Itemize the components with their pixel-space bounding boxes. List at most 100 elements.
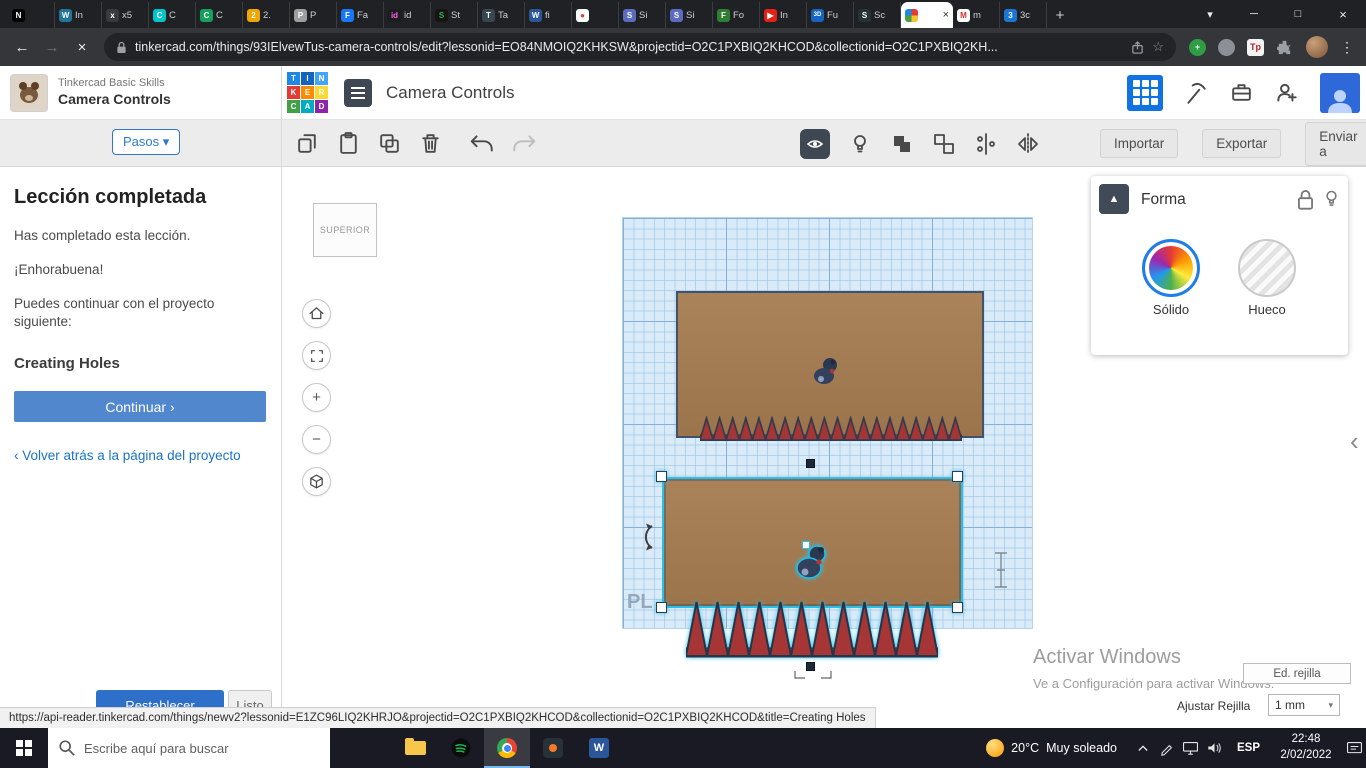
solid-color-swatch[interactable]	[1142, 239, 1200, 297]
display-tray-icon[interactable]	[1179, 728, 1203, 768]
extension-icon[interactable]	[1218, 39, 1235, 56]
continue-button[interactable]: Continuar ›	[14, 391, 266, 422]
browser-tab[interactable]: ▶In	[760, 2, 807, 28]
lock-icon[interactable]	[1296, 189, 1315, 210]
browser-tab[interactable]: SSi	[666, 2, 713, 28]
window-close-button[interactable]: ×	[1320, 0, 1366, 28]
browser-tab[interactable]: TTa	[478, 2, 525, 28]
browser-tab[interactable]: CC	[196, 2, 243, 28]
align-icon[interactable]	[974, 132, 998, 156]
weather-widget[interactable]: 20°C Muy soleado	[986, 739, 1117, 757]
browser-tab[interactable]: Wfi	[525, 2, 572, 28]
volume-tray-icon[interactable]	[1203, 728, 1227, 768]
perspective-toggle-button[interactable]	[302, 467, 331, 496]
scale-handle-corner[interactable]	[952, 471, 963, 482]
start-button[interactable]	[0, 728, 48, 768]
browser-tab[interactable]: WIn	[55, 2, 102, 28]
browser-tab[interactable]: 22.	[243, 2, 290, 28]
lesson-avatar[interactable]	[10, 74, 48, 112]
browser-tab[interactable]: 3DFu	[807, 2, 854, 28]
paste-icon[interactable]	[336, 131, 361, 156]
delete-trash-icon[interactable]	[418, 131, 443, 156]
dog-figure[interactable]	[809, 353, 843, 389]
export-button[interactable]: Exportar	[1202, 129, 1281, 158]
corrugated-roof-strip-selected[interactable]	[686, 598, 938, 658]
dog-figure-selected[interactable]	[791, 540, 833, 586]
invite-person-add-icon[interactable]	[1274, 80, 1300, 106]
site-security-lock-icon[interactable]	[116, 41, 127, 54]
dashboard-grid-button[interactable]	[1127, 75, 1163, 111]
mirror-flip-icon[interactable]	[1016, 132, 1040, 156]
duplicate-icon[interactable]	[377, 131, 402, 156]
user-avatar[interactable]	[1320, 73, 1360, 113]
rotate-handle-icon[interactable]	[634, 522, 656, 552]
tabs-menu-chevron[interactable]: ▾	[1192, 0, 1228, 28]
copy-icon[interactable]	[295, 131, 320, 156]
height-handle-top[interactable]	[806, 459, 815, 468]
lightbulb-icon[interactable]	[848, 132, 872, 156]
spotify-icon[interactable]	[438, 728, 484, 768]
chrome-menu-kebab-icon[interactable]: ⋮	[1336, 39, 1358, 56]
browser-tab[interactable]: ●	[572, 2, 619, 28]
new-tab-button[interactable]: +	[1047, 2, 1073, 28]
browser-tab[interactable]: SSi	[619, 2, 666, 28]
steps-dropdown-button[interactable]: Pasos ▾	[112, 129, 180, 155]
share-icon[interactable]	[1131, 41, 1144, 54]
browser-tab[interactable]: Mm	[953, 2, 1000, 28]
back-button[interactable]: ←	[8, 33, 36, 61]
browser-tab[interactable]: N	[8, 2, 55, 28]
hide-lightbulb-icon[interactable]	[1321, 188, 1342, 209]
lesson-list-icon[interactable]	[344, 79, 372, 107]
browser-tab[interactable]: PP	[290, 2, 337, 28]
word-icon[interactable]: W	[576, 728, 622, 768]
language-indicator[interactable]: ESP	[1237, 742, 1260, 754]
scale-handle-corner[interactable]	[952, 602, 963, 613]
extension-adblock-icon[interactable]: +	[1189, 39, 1206, 56]
browser-tab[interactable]: FFa	[337, 2, 384, 28]
stop-button[interactable]: ×	[68, 33, 96, 61]
tray-expand-chevron[interactable]	[1131, 728, 1155, 768]
panel-collapse-button[interactable]: ▲	[1099, 184, 1129, 214]
hole-swatch[interactable]	[1238, 239, 1296, 297]
scale-handle-corner[interactable]	[656, 602, 667, 613]
back-to-project-link[interactable]: ‹ Volver atrás a la página del proyecto	[14, 448, 241, 463]
tinkercad-logo[interactable]: T I N K E R C A D	[287, 72, 328, 113]
browser-tab[interactable]: SSc	[854, 2, 901, 28]
home-view-button[interactable]	[302, 299, 331, 328]
redo-icon[interactable]	[511, 131, 537, 157]
file-explorer-icon[interactable]	[392, 728, 438, 768]
notes-visibility-button[interactable]	[800, 129, 830, 159]
ungroup-icon[interactable]	[932, 132, 956, 156]
browser-tab[interactable]: idid	[384, 2, 431, 28]
zoom-out-button[interactable]: −	[302, 425, 331, 454]
send-to-button[interactable]: Enviar a	[1305, 122, 1366, 166]
taskbar-clock[interactable]: 22:48 2/02/2022	[1270, 732, 1342, 763]
url-text[interactable]: tinkercad.com/things/93IElvewTus-camera-…	[135, 40, 1123, 54]
browser-tab-active-tinkercad[interactable]: ×	[901, 2, 953, 28]
corrugated-roof-strip[interactable]	[700, 416, 962, 441]
taskbar-search[interactable]	[48, 728, 330, 768]
taskbar-search-input[interactable]	[48, 728, 330, 768]
window-maximize-button[interactable]: □	[1276, 0, 1320, 28]
bookmark-star-icon[interactable]: ☆	[1152, 39, 1164, 55]
tab-close-icon[interactable]: ×	[943, 9, 949, 21]
import-button[interactable]: Importar	[1100, 129, 1178, 158]
group-icon[interactable]	[890, 132, 914, 156]
url-bar[interactable]: tinkercad.com/things/93IElvewTus-camera-…	[104, 33, 1176, 61]
scale-handle-corner[interactable]	[656, 471, 667, 482]
viewcube-top-face[interactable]: SUPERIOR	[313, 203, 377, 257]
pen-tray-icon[interactable]	[1155, 728, 1179, 768]
browser-tab[interactable]: SSt	[431, 2, 478, 28]
window-minimize-button[interactable]: ─	[1232, 0, 1276, 28]
action-center-icon[interactable]	[1342, 728, 1366, 768]
edit-grid-button[interactable]: Ed. rejilla	[1243, 663, 1351, 684]
forward-button[interactable]: →	[38, 33, 66, 61]
browser-tab[interactable]: 33c	[1000, 2, 1047, 28]
extensions-puzzle-icon[interactable]	[1276, 39, 1293, 56]
snap-grid-select[interactable]: 1 mm ▾	[1268, 694, 1340, 716]
dark-app-icon[interactable]	[530, 728, 576, 768]
briefcase-icon[interactable]	[1229, 80, 1254, 105]
right-panel-collapse-chevron[interactable]: ‹	[1350, 426, 1359, 457]
extension-tp-icon[interactable]: Tp	[1247, 39, 1264, 56]
browser-tab[interactable]: CC	[149, 2, 196, 28]
